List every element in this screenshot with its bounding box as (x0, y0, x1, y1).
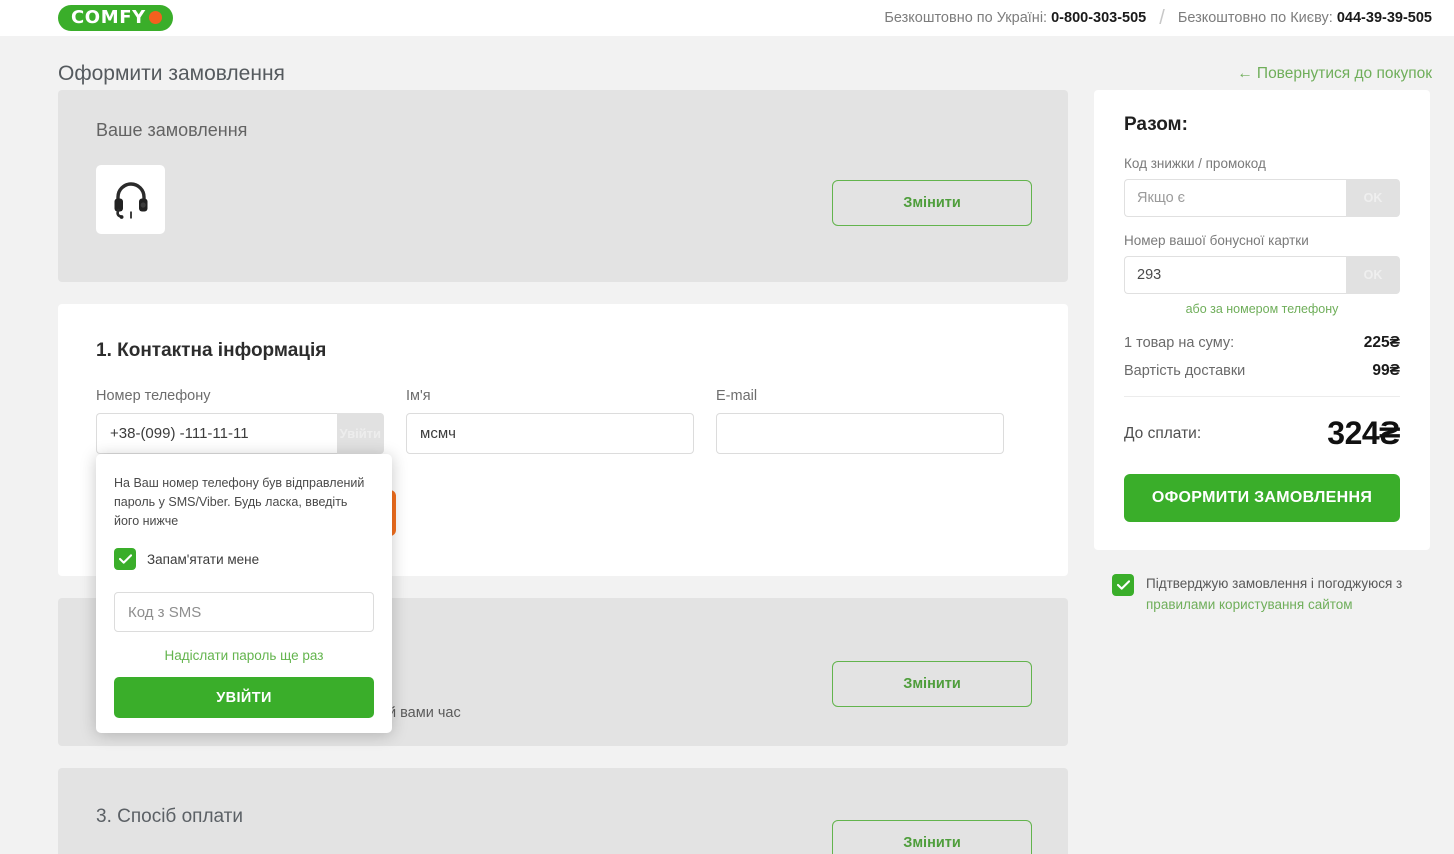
remember-me-row[interactable]: Запам'ятати мене (114, 548, 374, 571)
promo-input-row: OK (1124, 179, 1400, 217)
payment-change-button[interactable]: Змінити (832, 820, 1032, 854)
delivery-cost-value: 99₴ (1372, 362, 1400, 379)
bonus-card-input[interactable] (1124, 256, 1346, 294)
bonus-input-row: OK (1124, 256, 1400, 294)
order-change-wrapper: Змінити (832, 180, 1032, 226)
order-summary-panel: Ваше замовлення Змінити (58, 90, 1068, 282)
phone-ua-number[interactable]: 0-800-303-505 (1051, 10, 1146, 26)
contact-fields-row: Номер телефону Увійти Ім'я E-mail (96, 388, 1030, 454)
order-change-button[interactable]: Змінити (832, 180, 1032, 226)
phone-input-wrapper: Увійти (96, 413, 384, 454)
terms-checkbox[interactable] (1112, 574, 1134, 596)
check-icon (1116, 580, 1130, 590)
promo-label: Код знижки / промокод (1124, 156, 1266, 171)
phone-kyiv-label: Безкоштовно по Києву: (1177, 10, 1333, 26)
delivery-cost-label: Вартість доставки (1124, 363, 1246, 379)
phone-input[interactable] (96, 413, 337, 454)
items-sum-value: 225₴ (1363, 334, 1400, 351)
sms-code-input[interactable] (114, 592, 374, 633)
order-total-card: Разом: Код знижки / промокод OK Номер ва… (1094, 90, 1430, 550)
remember-me-checkbox[interactable] (114, 548, 136, 571)
section-contact-title: 1. Контактна інформація (96, 340, 327, 361)
phone-ua-label: Безкоштовно по Україні: (884, 10, 1048, 26)
site-header: COMFY Безкоштовно по Україні: 0-800-303-… (0, 0, 1454, 36)
total-value: 324₴ (1327, 415, 1400, 451)
logo-dot-icon (148, 11, 162, 24)
phone-separator: / (1159, 6, 1165, 29)
page-title: Оформити замовлення (58, 62, 285, 85)
promo-ok-button[interactable]: OK (1346, 179, 1400, 217)
arrow-left-icon: ← (1237, 65, 1253, 82)
main-column: Ваше замовлення Змінити 1. Контактна інф… (58, 90, 1068, 854)
back-link-label: Повернутися до покупок (1256, 65, 1432, 82)
delivery-cost-row: Вартість доставки 99₴ (1124, 362, 1400, 380)
order-sidebar: Разом: Код знижки / промокод OK Номер ва… (1094, 90, 1430, 616)
checkout-layout: Ваше замовлення Змінити 1. Контактна інф… (0, 90, 1454, 854)
terms-agreement-row: Підтверджую замовлення і погоджуюся з пр… (1112, 574, 1412, 616)
total-label: До сплати: (1124, 424, 1202, 442)
sms-popup-message: На Ваш номер телефону був відправлений п… (114, 476, 365, 528)
back-to-shopping-link[interactable]: ← Повернутися до покупок (1237, 65, 1432, 83)
order-summary-heading: Ваше замовлення (96, 120, 248, 140)
logo-text: COMFY (71, 6, 146, 28)
phone-login-button[interactable]: Увійти (336, 413, 384, 454)
email-label: E-mail (716, 388, 758, 404)
promo-input[interactable] (1124, 179, 1346, 217)
headset-icon (114, 181, 147, 219)
phone-label: Номер телефону (96, 388, 211, 404)
sidebar-divider (1124, 396, 1400, 397)
bonus-ok-button[interactable]: OK (1346, 256, 1400, 294)
delivery-change-wrapper: Змінити (832, 661, 1032, 707)
delivery-change-button[interactable]: Змінити (832, 661, 1032, 707)
sidebar-title: Разом: (1124, 114, 1188, 135)
sms-login-popup: На Ваш номер телефону був відправлений п… (96, 454, 392, 733)
delivery-note-text: й вами час (388, 705, 461, 721)
email-input[interactable] (716, 413, 1004, 454)
section-payment: 3. Спосіб оплати Змінити (58, 768, 1068, 854)
terms-text: Підтверджую замовлення і погоджуюся з пр… (1146, 574, 1412, 616)
page-title-row: Оформити замовлення ← Повернутися до поку… (0, 36, 1454, 90)
comfy-logo[interactable]: COMFY (58, 5, 173, 31)
phone-kyiv-number[interactable]: 044-39-39-505 (1337, 10, 1432, 26)
place-order-button[interactable]: ОФОРМИТИ ЗАМОВЛЕННЯ (1124, 474, 1400, 522)
phone-field-group: Номер телефону Увійти (96, 388, 384, 454)
name-field-group: Ім'я (406, 388, 694, 454)
terms-text-prefix: Підтверджую замовлення і погоджуюся з (1146, 576, 1403, 591)
product-thumbnail[interactable] (96, 165, 165, 234)
sms-login-button[interactable]: УВІЙТИ (114, 677, 374, 719)
bonus-by-phone-link[interactable]: або за номером телефону (1124, 302, 1400, 316)
items-sum-label: 1 товар на суму: (1124, 335, 1235, 351)
bonus-card-label: Номер вашої бонусної картки (1124, 233, 1309, 248)
name-input[interactable] (406, 413, 694, 454)
resend-password-link[interactable]: Надіслати пароль ще раз (114, 648, 374, 663)
terms-link[interactable]: правилами користування сайтом (1146, 597, 1353, 612)
email-field-group: E-mail (716, 388, 1004, 454)
items-sum-row: 1 товар на суму: 225₴ (1124, 334, 1400, 352)
total-row: До сплати: 324₴ (1124, 415, 1400, 452)
remember-me-label: Запам'ятати мене (147, 551, 260, 567)
section-contact-info: 1. Контактна інформація Номер телефону У… (58, 304, 1068, 733)
name-label: Ім'я (406, 388, 431, 404)
check-icon (118, 554, 132, 564)
header-phones: Безкоштовно по Україні: 0-800-303-505 / … (884, 7, 1432, 30)
payment-change-wrapper: Змінити (832, 820, 1032, 854)
